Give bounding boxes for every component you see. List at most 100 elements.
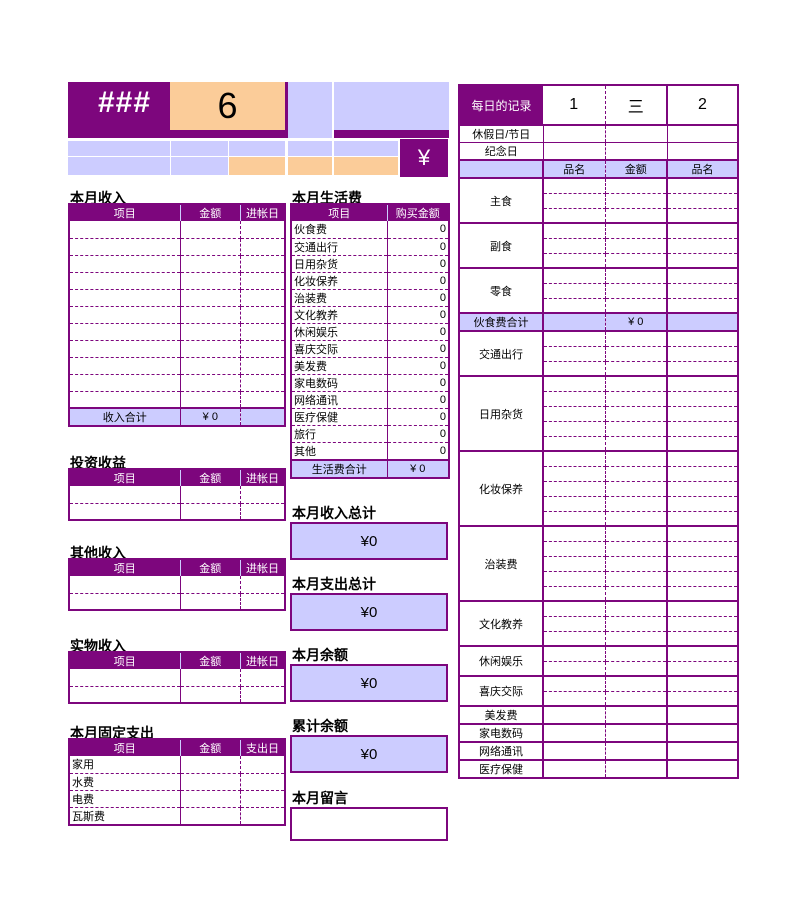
table-row[interactable]: 化妆保养 xyxy=(458,451,739,527)
daily-cell-amount[interactable] xyxy=(605,376,668,392)
income-cell-item[interactable] xyxy=(69,323,181,341)
table-row[interactable]: 交通出行 xyxy=(458,331,739,377)
table-row[interactable]: 网络通讯 0 xyxy=(291,391,449,409)
daily-cell-amount[interactable] xyxy=(605,361,668,377)
daily-cell-name[interactable] xyxy=(543,691,606,707)
income-cell-amount[interactable] xyxy=(180,306,242,324)
daily-cell-name[interactable] xyxy=(543,331,606,347)
banner-row3-cell-5[interactable] xyxy=(334,157,398,175)
daily-cell-amount[interactable] xyxy=(605,346,668,362)
table-row[interactable]: 家电数码 xyxy=(458,724,739,743)
daily-cell-amount[interactable] xyxy=(605,511,668,527)
income-table[interactable]: 项目 金额 进帐日 收入合计 ¥ 0 xyxy=(68,203,286,427)
table-row[interactable] xyxy=(69,593,285,611)
daily-cell-amount[interactable] xyxy=(605,661,668,677)
table-row[interactable] xyxy=(69,374,285,392)
daily-cell-name2[interactable] xyxy=(667,646,739,662)
income-cell-date[interactable] xyxy=(240,357,285,375)
daily-cell-name2[interactable] xyxy=(667,601,739,617)
income-cell-date[interactable] xyxy=(240,289,285,307)
table-row[interactable]: 零食 xyxy=(458,268,739,314)
table-row[interactable] xyxy=(69,221,285,239)
daily-cell-name2[interactable] xyxy=(667,208,739,224)
daily-cell-amount[interactable] xyxy=(605,742,668,761)
daily-day-column-2[interactable]: 2 xyxy=(667,84,739,126)
daily-cell-name[interactable] xyxy=(543,742,606,761)
living-expense-cell-amount[interactable]: 0 xyxy=(387,289,449,307)
daily-holiday-row[interactable]: 休假日/节日 xyxy=(458,125,739,143)
table-row[interactable] xyxy=(69,255,285,273)
table-row[interactable]: 休闲娱乐 xyxy=(458,646,739,677)
daily-cell-amount[interactable] xyxy=(605,208,668,224)
fixed-expense-cell-date[interactable] xyxy=(240,756,285,774)
table-row[interactable]: 瓦斯费 xyxy=(69,807,285,825)
daily-cell-name[interactable] xyxy=(543,541,606,557)
daily-cell-name[interactable] xyxy=(543,724,606,743)
table-row[interactable]: 治装费 0 xyxy=(291,289,449,307)
income-cell-item[interactable] xyxy=(69,221,181,239)
living-expense-cell-amount[interactable]: 0 xyxy=(387,408,449,426)
fixed-expense-cell-date[interactable] xyxy=(240,807,285,825)
living-expense-cell-amount[interactable]: 0 xyxy=(387,357,449,375)
daily-cell-name2[interactable] xyxy=(667,406,739,422)
daily-cell-amount[interactable] xyxy=(605,646,668,662)
income-cell-item[interactable] xyxy=(69,391,181,409)
daily-cell-amount[interactable] xyxy=(605,496,668,512)
banner-lav-cell-a[interactable] xyxy=(288,82,332,138)
income-cell-amount[interactable] xyxy=(180,340,242,358)
income-cell-item[interactable] xyxy=(69,255,181,273)
daily-cell-name[interactable] xyxy=(543,253,606,269)
banner-row2-cell-1[interactable] xyxy=(68,141,170,156)
living-expense-cell-amount[interactable]: 0 xyxy=(387,425,449,443)
daily-cell-name[interactable] xyxy=(543,571,606,587)
daily-cell-name[interactable] xyxy=(543,646,606,662)
daily-cell-name[interactable] xyxy=(543,208,606,224)
living-expense-cell-amount[interactable]: 0 xyxy=(387,221,449,239)
investment-cell-amount[interactable] xyxy=(180,503,242,521)
table-row[interactable]: 交通出行 0 xyxy=(291,238,449,256)
table-row[interactable] xyxy=(69,306,285,324)
investment-table[interactable]: 项目 金额 进帐日 xyxy=(68,468,286,521)
daily-cell-name[interactable] xyxy=(543,616,606,632)
income-cell-item[interactable] xyxy=(69,306,181,324)
fixed-expense-cell-item[interactable]: 水费 xyxy=(69,773,181,791)
banner-row3-cell-1[interactable] xyxy=(68,157,170,175)
daily-cell-name2[interactable] xyxy=(667,193,739,209)
investment-cell-date[interactable] xyxy=(240,486,285,504)
daily-cell-name[interactable] xyxy=(543,346,606,362)
fixed-expense-cell-date[interactable] xyxy=(240,773,285,791)
fixed-expense-table[interactable]: 项目 金额 支出日 家用 水费 电费 瓦斯费 xyxy=(68,738,286,826)
income-cell-amount[interactable] xyxy=(180,391,242,409)
daily-cell-name[interactable] xyxy=(543,283,606,299)
daily-cell-name2[interactable] xyxy=(667,361,739,377)
table-row[interactable] xyxy=(69,340,285,358)
daily-cell-name2[interactable] xyxy=(667,238,739,254)
table-row[interactable]: 家电数码 0 xyxy=(291,374,449,392)
daily-cell-name2[interactable] xyxy=(667,586,739,602)
daily-cell-amount[interactable] xyxy=(605,238,668,254)
banner-row3-cell-3[interactable] xyxy=(229,157,285,175)
investment-cell-date[interactable] xyxy=(240,503,285,521)
other-income-cell-item[interactable] xyxy=(69,593,181,611)
income-cell-amount[interactable] xyxy=(180,289,242,307)
daily-cell-name[interactable] xyxy=(543,376,606,392)
table-row[interactable] xyxy=(69,238,285,256)
daily-cell-name[interactable] xyxy=(543,586,606,602)
other-income-table[interactable]: 项目 金额 进帐日 xyxy=(68,558,286,611)
fixed-expense-cell-item[interactable]: 瓦斯费 xyxy=(69,807,181,825)
income-cell-amount[interactable] xyxy=(180,374,242,392)
daily-cell-name[interactable] xyxy=(543,661,606,677)
daily-cell-name2[interactable] xyxy=(667,631,739,647)
daily-cell-amount[interactable] xyxy=(605,466,668,482)
other-income-cell-amount[interactable] xyxy=(180,593,242,611)
other-income-cell-date[interactable] xyxy=(240,593,285,611)
material-income-cell-date[interactable] xyxy=(240,686,285,704)
investment-cell-amount[interactable] xyxy=(180,486,242,504)
daily-cell-amount[interactable] xyxy=(605,268,668,284)
income-cell-amount[interactable] xyxy=(180,357,242,375)
daily-cell-name[interactable] xyxy=(543,238,606,254)
daily-cell-name[interactable] xyxy=(543,361,606,377)
daily-cell-name2[interactable] xyxy=(667,706,739,725)
daily-weekday-column[interactable]: 三 xyxy=(605,84,668,126)
daily-cell-name[interactable] xyxy=(543,760,606,779)
